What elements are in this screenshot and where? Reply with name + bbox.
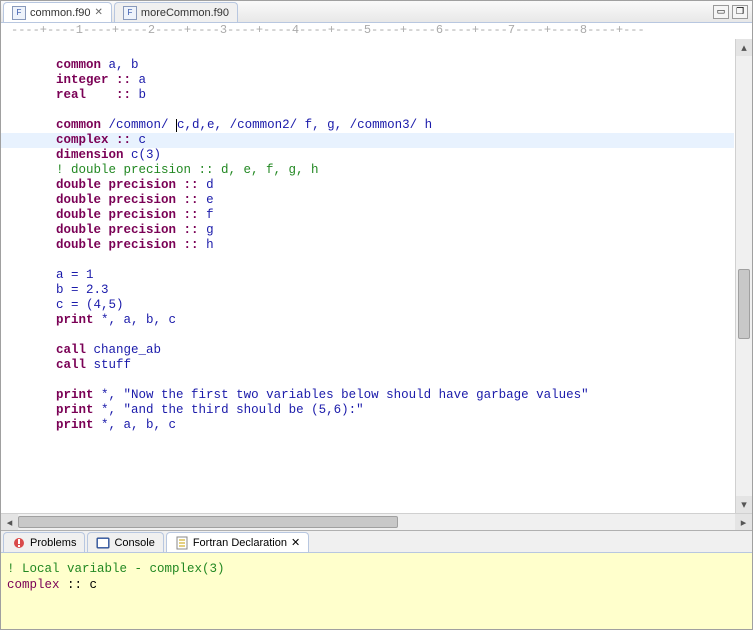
console-icon <box>96 536 110 550</box>
minimize-view-button[interactable]: ▭ <box>713 5 729 19</box>
code-editor[interactable]: common a, b integer :: a real :: b commo… <box>1 39 752 513</box>
tab-label: common.f90 <box>30 7 91 19</box>
view-tab-bar: Problems Console Fortran Declaration ✕ <box>1 531 752 553</box>
horizontal-scroll-thumb[interactable] <box>18 516 398 528</box>
tab-label: moreCommon.f90 <box>141 7 229 19</box>
scroll-left-arrow[interactable]: ◂ <box>1 514 18 530</box>
maximize-view-button[interactable]: ❐ <box>732 5 748 19</box>
tab-problems[interactable]: Problems <box>3 532 85 552</box>
declaration-comment: ! Local variable - complex(3) <box>7 562 225 576</box>
tab-console[interactable]: Console <box>87 532 163 552</box>
tab-label: Console <box>114 537 154 549</box>
problems-icon <box>12 536 26 550</box>
view-controls: ▭ ❐ <box>713 5 752 19</box>
close-icon[interactable]: ✕ <box>95 7 103 18</box>
tab-label: Fortran Declaration <box>193 537 287 549</box>
fortran-file-icon: F <box>12 6 26 20</box>
column-ruler: ----+----1----+----2----+----3----+----4… <box>1 23 752 39</box>
declaration-keyword: complex <box>7 578 60 592</box>
fortran-declaration-panel: ! Local variable - complex(3) complex ::… <box>1 553 752 629</box>
fortran-file-icon: F <box>123 6 137 20</box>
editor-tab-bar: F common.f90 ✕ F moreCommon.f90 ▭ ❐ <box>1 1 752 23</box>
declaration-rest: :: c <box>60 578 98 592</box>
editor-pane: ----+----1----+----2----+----3----+----4… <box>1 23 752 531</box>
code-content: common a, b integer :: a real :: b commo… <box>11 43 752 433</box>
tab-fortran-declaration[interactable]: Fortran Declaration ✕ <box>166 532 309 552</box>
horizontal-scrollbar[interactable]: ◂ ▸ <box>1 513 752 530</box>
close-icon[interactable]: ✕ <box>291 536 300 549</box>
editor-tab-morecommon[interactable]: F moreCommon.f90 <box>114 2 238 22</box>
editor-tab-common[interactable]: F common.f90 ✕ <box>3 2 112 22</box>
scroll-right-arrow[interactable]: ▸ <box>735 514 752 530</box>
tab-label: Problems <box>30 537 76 549</box>
scroll-down-arrow[interactable]: ▾ <box>736 496 752 513</box>
declaration-icon <box>175 536 189 550</box>
